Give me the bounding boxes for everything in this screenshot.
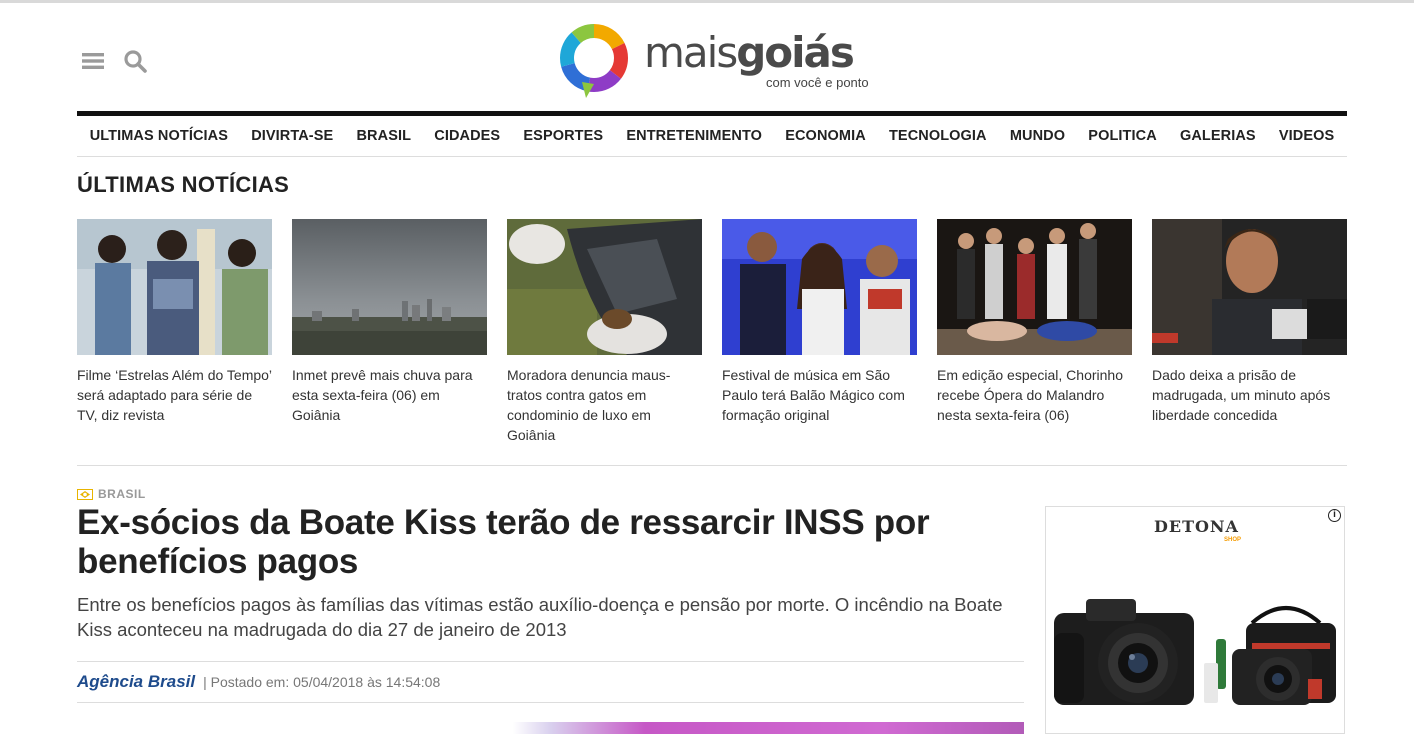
nav-item-ultimas-noticias[interactable]: ULTIMAS NOTÍCIAS xyxy=(78,128,239,144)
article-hero-image xyxy=(77,722,1024,734)
nav-item-divirta-se[interactable]: DIVIRTA-SE xyxy=(240,128,345,144)
category-label: BRASIL xyxy=(98,487,146,501)
nav-item-entretenimento[interactable]: ENTRETENIMENTO xyxy=(615,128,774,144)
news-thumbnail[interactable] xyxy=(292,219,487,355)
logo-tagline: com você e ponto xyxy=(766,75,869,90)
news-card[interactable]: Festival de música em São Paulo terá Bal… xyxy=(722,219,917,445)
news-card-title[interactable]: Em edição especial, Chorinho recebe Óper… xyxy=(937,365,1132,425)
top-border xyxy=(0,0,1414,3)
hamburger-menu-icon[interactable] xyxy=(80,48,106,74)
latest-news-title: ÚLTIMAS NOTÍCIAS xyxy=(77,172,290,197)
news-card[interactable]: Dado deixa a prisão de madrugada, um min… xyxy=(1152,219,1347,445)
ad-brand-sub: SHOP xyxy=(1224,537,1242,543)
news-thumbnail[interactable] xyxy=(722,219,917,355)
logo-wordmark: maisgoiás xyxy=(644,28,855,77)
advertisement[interactable]: i DETONA SHOP xyxy=(1045,506,1345,734)
section-divider xyxy=(77,465,1347,466)
ad-brand: DETONA xyxy=(1154,517,1239,536)
header-tools xyxy=(80,48,148,74)
news-card-title[interactable]: Inmet prevê mais chuva para esta sexta-f… xyxy=(292,365,487,425)
nav-item-mundo[interactable]: MUNDO xyxy=(998,128,1076,144)
brasil-flag-icon xyxy=(77,488,93,500)
news-thumbnail[interactable] xyxy=(77,219,272,355)
news-card[interactable]: Em edição especial, Chorinho recebe Óper… xyxy=(937,219,1132,445)
news-card-title[interactable]: Filme ‘Estrelas Além do Tempo’ será adap… xyxy=(77,365,272,425)
article-source[interactable]: Agência Brasil xyxy=(77,672,195,692)
article-meta: Agência Brasil | Postado em: 05/04/2018 … xyxy=(77,661,1024,703)
nav-item-tecnologia[interactable]: TECNOLOGIA xyxy=(877,128,998,144)
logo-text-bold: goiás xyxy=(736,28,855,77)
news-card[interactable]: Inmet prevê mais chuva para esta sexta-f… xyxy=(292,219,487,445)
news-thumbnail[interactable] xyxy=(1152,219,1347,355)
ad-info-icon[interactable]: i xyxy=(1328,509,1341,522)
nav-item-galerias[interactable]: GALERIAS xyxy=(1168,128,1267,144)
news-card[interactable]: Moradora denuncia maus-tratos contra gat… xyxy=(507,219,702,445)
logo-ring-icon xyxy=(560,24,628,98)
nav-item-economia[interactable]: ECONOMIA xyxy=(774,128,878,144)
ad-product-image xyxy=(1054,599,1336,705)
logo-text-light: mais xyxy=(644,28,738,77)
search-icon[interactable] xyxy=(122,48,148,74)
article-category[interactable]: BRASIL xyxy=(77,487,146,501)
site-logo[interactable]: maisgoiás com você e ponto xyxy=(560,22,870,102)
nav-item-politica[interactable]: POLITICA xyxy=(1077,128,1169,144)
nav-item-esportes[interactable]: ESPORTES xyxy=(512,128,615,144)
article-lead: Entre os benefícios pagos às famílias da… xyxy=(77,594,1003,640)
main-nav: ULTIMAS NOTÍCIAS DIVIRTA-SE BRASIL CIDAD… xyxy=(77,116,1347,157)
nav-item-cidades[interactable]: CIDADES xyxy=(423,128,512,144)
news-thumbnail[interactable] xyxy=(507,219,702,355)
news-card-title[interactable]: Moradora denuncia maus-tratos contra gat… xyxy=(507,365,702,445)
news-thumbnail[interactable] xyxy=(937,219,1132,355)
news-card-title[interactable]: Festival de música em São Paulo terá Bal… xyxy=(722,365,917,425)
article-headline[interactable]: Ex-sócios da Boate Kiss terão de ressarc… xyxy=(77,503,1027,581)
latest-news-list: Filme ‘Estrelas Além do Tempo’ será adap… xyxy=(77,219,1347,445)
news-card-title[interactable]: Dado deixa a prisão de madrugada, um min… xyxy=(1152,365,1347,425)
news-card[interactable]: Filme ‘Estrelas Além do Tempo’ será adap… xyxy=(77,219,272,445)
nav-item-videos[interactable]: VIDEOS xyxy=(1267,128,1346,144)
nav-item-brasil[interactable]: BRASIL xyxy=(345,128,423,144)
article-posted-date: | Postado em: 05/04/2018 às 14:54:08 xyxy=(203,674,441,690)
